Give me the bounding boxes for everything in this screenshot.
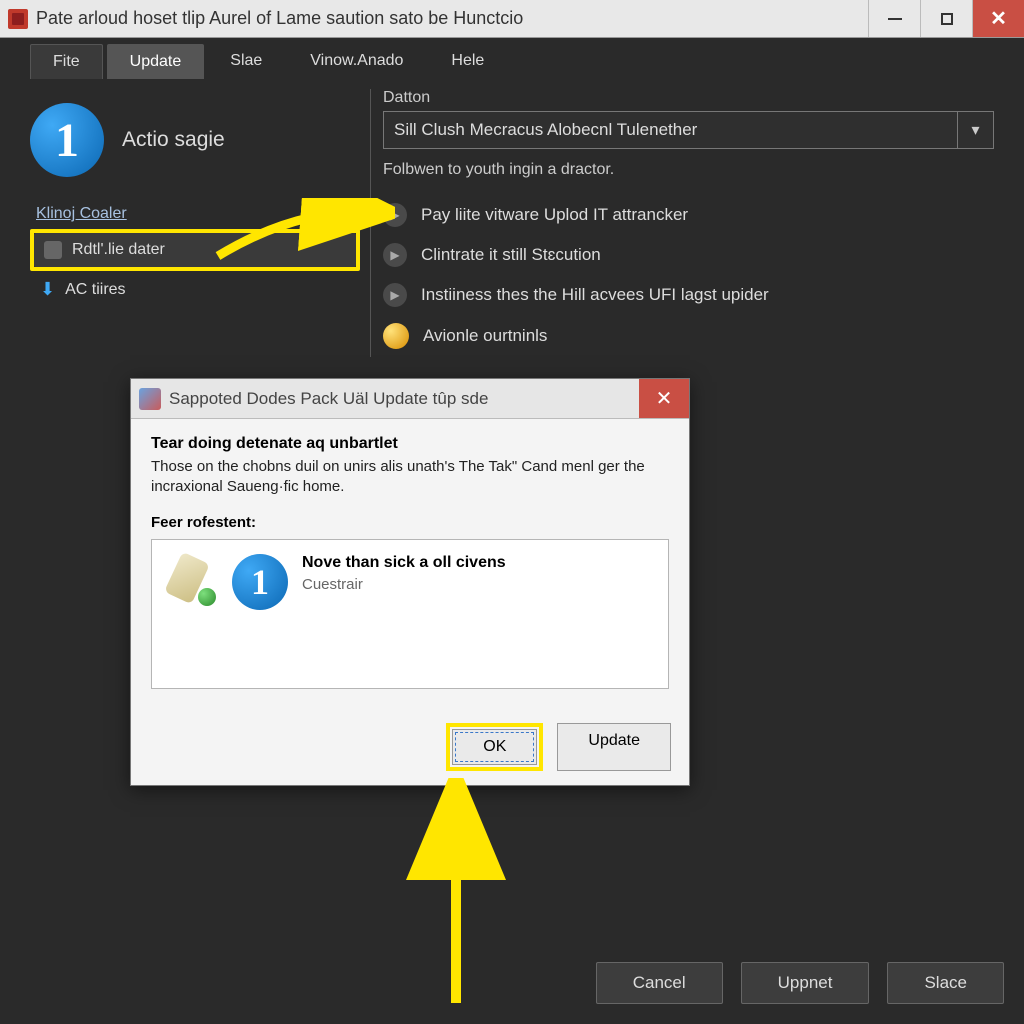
- sidebar-item-dater[interactable]: Rdtl'.lie dater: [34, 233, 356, 267]
- main-window: Pate arloud hoset tlip Aurel of Lame sau…: [0, 0, 1024, 1024]
- step-list: ▶ Pay liite vitware Uplod IT attrancker ▶…: [383, 195, 994, 357]
- step-text: Instiiness thes the Hill acvees UFI lags…: [421, 285, 769, 305]
- dialog-close-button[interactable]: ✕: [639, 379, 689, 418]
- content-area: 1 Actio sagie Klinoj Coaler Rdtl'.lie da…: [0, 79, 1024, 367]
- annotation-highlight-ok: OK: [446, 723, 543, 771]
- maximize-button[interactable]: [920, 0, 972, 37]
- download-icon: ⬇: [40, 279, 55, 300]
- tab-hele[interactable]: Hele: [429, 44, 506, 79]
- diamond-icon: [383, 323, 409, 349]
- tab-update[interactable]: Update: [107, 44, 205, 79]
- dialog-title: Sappoted Dodes Pack Uäl Update tûp sde: [169, 389, 639, 409]
- step-item: ▶ Pay liite vitware Uplod IT attrancker: [383, 195, 994, 235]
- dialog-titlebar: Sappoted Dodes Pack Uäl Update tûp sde ✕: [131, 379, 689, 419]
- step-item: Avionle ourtninls: [383, 315, 994, 357]
- window-title: Pate arloud hoset tlip Aurel of Lame sau…: [36, 8, 868, 29]
- helper-text: Folbwen to youth ingin a dractor.: [383, 161, 994, 179]
- step-text: Pay liite vitware Uplod IT attrancker: [421, 205, 688, 225]
- dialog-update: Sappoted Dodes Pack Uäl Update tûp sde ✕…: [130, 378, 690, 786]
- sidebar-item-label: AC tiires: [65, 281, 125, 299]
- dialog-body: Tear doing detenate aq unbartlet Those o…: [131, 419, 689, 709]
- stage-number-badge: 1: [30, 103, 104, 177]
- annotation-highlight-sidebar: Rdtl'.lie dater: [30, 229, 360, 271]
- dialog-text: Those on the chobns duil on unirs alis u…: [151, 457, 669, 498]
- tab-file[interactable]: Fite: [30, 44, 103, 79]
- slace-button[interactable]: Slace: [887, 962, 1004, 1004]
- play-icon: ▶: [383, 243, 407, 267]
- shuttlecock-icon: [166, 554, 218, 606]
- dialog-item-text: Nove than sick a oll civens Cuestrair: [302, 554, 506, 593]
- step-text: Clintrate it still Stɛcution: [421, 245, 601, 265]
- right-pane: Datton Sill Clush Mecracus Alobecnl Tule…: [370, 89, 994, 357]
- step-text: Avionle ourtninls: [423, 326, 547, 346]
- dialog-subhead: Feer rofestent:: [151, 514, 669, 531]
- play-icon: ▶: [383, 203, 407, 227]
- close-button[interactable]: ✕: [972, 0, 1024, 37]
- update-button[interactable]: Update: [557, 723, 671, 771]
- stage-label: Actio sagie: [122, 128, 225, 152]
- sidebar-item-label: Rdtl'.lie dater: [72, 241, 165, 259]
- tab-slae[interactable]: Slae: [208, 44, 284, 79]
- item-number-badge: 1: [232, 554, 288, 610]
- sidebar-subhead: Klinoj Coaler: [36, 205, 360, 223]
- dropdown-datton[interactable]: Sill Clush Mecracus Alobecnl Tulenether …: [383, 111, 994, 149]
- package-icon: [44, 241, 62, 259]
- dialog-item-title: Nove than sick a oll civens: [302, 554, 506, 572]
- app-icon: [8, 9, 28, 29]
- sidebar-item-tiires[interactable]: ⬇ AC tiires: [30, 271, 360, 308]
- ok-button[interactable]: OK: [452, 729, 537, 765]
- play-icon: ▶: [383, 283, 407, 307]
- dialog-item-sub: Cuestrair: [302, 576, 506, 593]
- window-controls: ✕: [868, 0, 1024, 37]
- dialog-footer: OK Update: [131, 709, 689, 785]
- step-item: ▶ Instiiness thes the Hill acvees UFI lag…: [383, 275, 994, 315]
- left-pane: 1 Actio sagie Klinoj Coaler Rdtl'.lie da…: [30, 89, 360, 357]
- dialog-heading: Tear doing detenate aq unbartlet: [151, 435, 669, 453]
- titlebar: Pate arloud hoset tlip Aurel of Lame sau…: [0, 0, 1024, 38]
- dialog-app-icon: [139, 388, 161, 410]
- tab-vinow[interactable]: Vinow.Anado: [288, 44, 425, 79]
- step-item: ▶ Clintrate it still Stɛcution: [383, 235, 994, 275]
- dropdown-label: Datton: [383, 89, 994, 107]
- stage-header: 1 Actio sagie: [30, 89, 360, 199]
- menubar: Fite Update Slae Vinow.Anado Hele: [0, 38, 1024, 79]
- annotation-arrow-icon: [396, 778, 516, 1008]
- uppnet-button[interactable]: Uppnet: [741, 962, 870, 1004]
- dropdown-value: Sill Clush Mecracus Alobecnl Tulenether: [384, 112, 957, 148]
- minimize-button[interactable]: [868, 0, 920, 37]
- cancel-button[interactable]: Cancel: [596, 962, 723, 1004]
- chevron-down-icon[interactable]: ▾: [957, 112, 993, 148]
- footer-buttons: Cancel Uppnet Slace: [596, 962, 1004, 1004]
- dialog-list-panel: 1 Nove than sick a oll civens Cuestrair: [151, 539, 669, 689]
